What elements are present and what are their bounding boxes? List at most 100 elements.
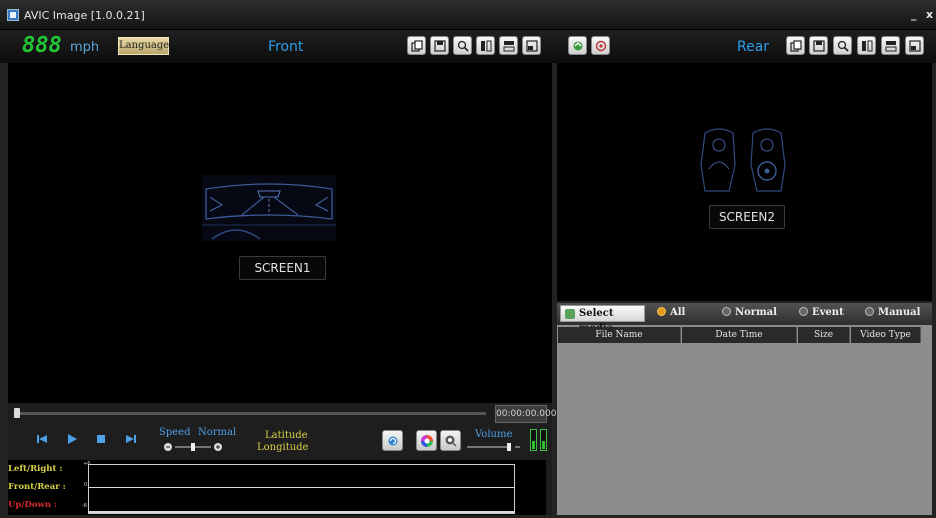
filter-manual-radio[interactable]: Manual [865, 307, 920, 318]
language-button[interactable]: Language [118, 37, 169, 55]
speed-slider[interactable] [163, 441, 223, 453]
front-screen-label: SCREEN1 [239, 256, 326, 280]
next-button[interactable] [126, 434, 136, 447]
window-icon [526, 40, 538, 52]
zoom-icon [837, 40, 849, 52]
previous-button[interactable] [37, 434, 47, 447]
repeat-button[interactable] [382, 430, 403, 451]
minimize-button[interactable]: _ [911, 8, 917, 21]
front-save-button[interactable] [430, 36, 449, 55]
seek-bar[interactable] [14, 408, 486, 418]
front-video-screen[interactable]: SCREEN1 [8, 63, 552, 403]
volume-meter-left [530, 429, 537, 451]
speed-display: 888 [22, 33, 62, 58]
skip-forward-icon [126, 435, 136, 443]
brightness-button[interactable] [440, 430, 461, 451]
gsensor-graph [88, 464, 515, 514]
column-file-name[interactable]: File Name [558, 327, 681, 343]
split-vertical-icon [862, 40, 873, 52]
radio-selected-icon [657, 307, 666, 316]
front-split-horizontal-button[interactable] [499, 36, 518, 55]
gsensor-axis-line [89, 487, 514, 488]
rear-window-button[interactable] [905, 36, 924, 55]
app-icon [7, 9, 19, 21]
longitude-label: Longitude [257, 442, 309, 453]
stop-button[interactable] [96, 434, 106, 447]
front-zoom-button[interactable] [453, 36, 472, 55]
gsensor-front-rear-label: Front/Rear : [8, 482, 66, 492]
volume-meter-right [540, 429, 547, 451]
media-list-panel: Select media All Normal Event Manual Fil… [557, 303, 932, 515]
filter-event-label: Event [812, 307, 844, 318]
rear-copy-button[interactable] [786, 36, 805, 55]
stop-icon [97, 435, 105, 443]
select-media-button[interactable]: Select media [560, 305, 645, 334]
app-window: AVIC Image [1.0.0.21] _ x 888 mph Langua… [0, 0, 936, 518]
timecode-display: 00:00:00.000 [495, 405, 556, 423]
filter-manual-label: Manual [878, 307, 921, 318]
play-button[interactable] [67, 434, 77, 447]
color-wheel-icon [421, 435, 433, 447]
speed-label: Speed [159, 427, 191, 438]
gsensor-up-down-label: Up/Down : [8, 500, 58, 510]
rear-split-vertical-button[interactable] [857, 36, 876, 55]
play-icon [68, 434, 77, 444]
column-date-time[interactable]: Date Time [682, 327, 797, 343]
save-icon [813, 40, 825, 52]
copy-icon [790, 40, 802, 52]
brightness-icon [445, 435, 457, 447]
radio-icon [865, 307, 874, 316]
rear-split-horizontal-button[interactable] [881, 36, 900, 55]
window-title: AVIC Image [1.0.0.21] [24, 9, 145, 22]
filter-all-radio[interactable]: All [657, 307, 685, 318]
filter-event-radio[interactable]: Event [799, 307, 844, 318]
seek-handle[interactable] [14, 408, 20, 418]
filter-normal-radio[interactable]: Normal [722, 307, 777, 318]
radio-icon [799, 307, 808, 316]
volume-label: Volume [475, 429, 513, 440]
radio-icon [722, 307, 731, 316]
front-camera-label: Front [268, 39, 304, 55]
split-vertical-icon [481, 40, 492, 52]
title-bar: AVIC Image [1.0.0.21] _ x [0, 0, 936, 30]
skip-back-icon [37, 435, 47, 443]
car-seats-icon [700, 128, 786, 192]
swap-icon [573, 41, 583, 51]
settings-button[interactable] [591, 36, 610, 55]
media-filter-bar: Select media All Normal Event Manual [557, 303, 932, 334]
filter-normal-label: Normal [735, 307, 777, 318]
swap-screens-button[interactable] [568, 36, 587, 55]
front-split-vertical-button[interactable] [476, 36, 495, 55]
toolbar: 888 mph Language Front Rear [0, 30, 936, 63]
speed-unit: mph [70, 40, 100, 55]
front-copy-button[interactable] [407, 36, 426, 55]
split-horizontal-icon [503, 41, 515, 52]
speed-value: Normal [198, 427, 237, 438]
rear-screen-label: SCREEN2 [709, 205, 785, 229]
gsensor-baseline [89, 511, 514, 513]
split-horizontal-icon [885, 41, 897, 52]
close-button[interactable]: x [926, 8, 933, 21]
copy-icon [411, 40, 423, 52]
column-video-type[interactable]: Video Type [851, 327, 921, 343]
gsensor-scale-mid: 0 [84, 482, 88, 488]
rear-save-button[interactable] [809, 36, 828, 55]
gsensor-left-right-label: Left/Right : [8, 464, 63, 474]
folder-icon [565, 309, 575, 319]
zoom-icon [457, 40, 469, 52]
filter-all-label: All [670, 307, 686, 318]
latitude-label: Latitude [265, 430, 308, 441]
save-icon [434, 40, 446, 52]
settings-icon [595, 40, 607, 52]
rear-camera-label: Rear [737, 39, 770, 55]
window-icon [909, 40, 921, 52]
refresh-icon [388, 436, 398, 446]
rear-zoom-button[interactable] [833, 36, 852, 55]
color-adjust-button[interactable] [416, 430, 437, 451]
volume-slider[interactable] [467, 441, 522, 453]
front-window-button[interactable] [522, 36, 541, 55]
column-size[interactable]: Size [798, 327, 850, 343]
gsensor-scale-bottom: -6 [82, 503, 87, 509]
rear-video-screen[interactable]: SCREEN2 [557, 63, 932, 301]
windshield-icon [202, 175, 336, 241]
